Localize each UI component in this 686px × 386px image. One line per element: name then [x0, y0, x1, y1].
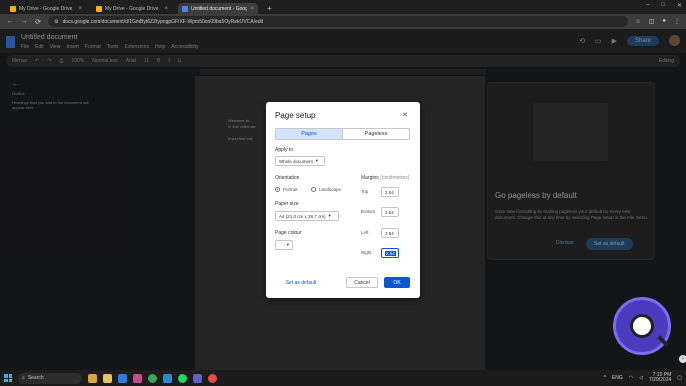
- paper-size-label: Paper size: [275, 201, 299, 207]
- file-explorer-icon[interactable]: [103, 373, 112, 383]
- extensions-icon[interactable]: ◫: [649, 18, 655, 25]
- margin-top-field[interactable]: 2.54: [381, 187, 399, 197]
- orientation-label: Orientation: [275, 175, 300, 181]
- ok-button[interactable]: OK: [384, 277, 410, 288]
- margin-bottom-value: 2.54: [385, 209, 394, 215]
- close-window-icon[interactable]: ✕: [677, 2, 682, 9]
- task-view-icon[interactable]: [88, 373, 97, 383]
- site-info-icon[interactable]: ⚙: [54, 19, 58, 25]
- radio-selected-icon: [275, 187, 280, 192]
- whatsapp-icon[interactable]: [178, 373, 187, 383]
- mail-icon[interactable]: [118, 373, 127, 383]
- page-colour-label: Page colour: [275, 230, 302, 236]
- tab-pages[interactable]: Pages: [276, 129, 342, 139]
- volume-icon[interactable]: ◁: [639, 375, 643, 381]
- magnifier-badge: [613, 297, 671, 355]
- browser-tab-active[interactable]: Untitled document - Google D ×: [178, 3, 258, 14]
- tray-chevron-icon[interactable]: ^: [604, 375, 606, 381]
- paper-size-select[interactable]: A4 (21.0 cm x 29.7 cm) ▾: [275, 211, 339, 221]
- side-panel-add-icon[interactable]: ›: [679, 355, 686, 363]
- margin-top-value: 2.54: [385, 189, 394, 195]
- edge-icon[interactable]: [163, 373, 172, 383]
- chrome-icon[interactable]: [148, 373, 157, 383]
- reload-icon[interactable]: ⟳: [34, 18, 42, 26]
- browser-tab[interactable]: My Drive - Google Drive ×: [92, 3, 172, 14]
- tab-title: My Drive - Google Drive: [19, 5, 73, 12]
- margin-left-field[interactable]: 2.54: [381, 228, 399, 238]
- browser-tools: ☆ ◫ ● ⋮: [635, 18, 680, 25]
- docs-icon: [182, 5, 188, 12]
- margins-unit: (centimetres): [380, 175, 410, 181]
- close-tab-icon[interactable]: ×: [164, 6, 168, 12]
- chevron-down-icon: ▾: [315, 158, 319, 163]
- set-as-default-button[interactable]: Set as default: [275, 277, 327, 288]
- url-text: docs.google.com/document/d/1GmByt6ZZtypn…: [62, 18, 264, 25]
- margins-title: Margins: [361, 175, 379, 181]
- window-controls: – □ ✕: [646, 2, 682, 9]
- taskbar-search[interactable]: ⌕ Search: [18, 372, 82, 384]
- browser-tab-strip: My Drive - Google Drive × My Drive - Goo…: [0, 0, 686, 14]
- chevron-down-icon: ▾: [328, 213, 331, 218]
- new-tab-button[interactable]: +: [264, 3, 275, 14]
- minimize-icon[interactable]: –: [646, 2, 649, 9]
- paper-size-value: A4 (21.0 cm x 29.7 cm): [279, 213, 326, 219]
- dialog-title: Page setup: [275, 111, 316, 120]
- radio-unselected-icon: [311, 187, 316, 192]
- address-bar-row: ← → ⟳ ⚙ docs.google.com/document/d/1GmBy…: [0, 14, 686, 29]
- margin-top-label: Top: [361, 189, 369, 194]
- close-tab-icon[interactable]: ×: [250, 6, 254, 12]
- recorder-icon[interactable]: [208, 373, 217, 383]
- drive-icon: [96, 5, 102, 12]
- magnifier-icon: [630, 314, 669, 347]
- search-icon: ⌕: [22, 375, 25, 381]
- tab-title: Untitled document - Google D: [191, 5, 248, 12]
- page-colour-picker[interactable]: ▾: [275, 240, 293, 250]
- maximize-icon[interactable]: □: [661, 2, 665, 9]
- apply-to-select[interactable]: Whole document ▾: [275, 156, 325, 166]
- drive-icon: [10, 5, 16, 12]
- tab-pageless[interactable]: Pageless: [342, 129, 409, 139]
- clock-date: 7/20/2024: [649, 377, 672, 383]
- language-indicator[interactable]: ENG: [612, 375, 623, 381]
- margin-bottom-field[interactable]: 2.54: [381, 207, 399, 217]
- margin-right-value: 2.54: [385, 250, 396, 256]
- windows-start-icon[interactable]: [4, 374, 12, 382]
- taskbar-search-label: Search: [27, 375, 44, 381]
- tab-title: My Drive - Google Drive: [105, 5, 159, 12]
- taskbar: ⌕ Search ^ ENG ◠ ◁ 7:10 PM 7/20/2024 ▢: [0, 370, 686, 386]
- back-icon[interactable]: ←: [6, 18, 14, 25]
- margin-right-label: Right: [361, 250, 372, 255]
- teams-icon[interactable]: [193, 373, 202, 383]
- margins-label: Margins (centimetres): [361, 175, 409, 181]
- store-icon[interactable]: [133, 373, 142, 383]
- margin-left-value: 2.54: [385, 230, 394, 236]
- apply-to-label: Apply to: [275, 147, 294, 153]
- clock[interactable]: 7:10 PM 7/20/2024: [649, 373, 671, 383]
- profile-icon[interactable]: ●: [662, 18, 666, 25]
- chevron-down-icon: ▾: [286, 242, 289, 247]
- margin-right-field[interactable]: 2.54: [381, 248, 399, 258]
- portrait-radio[interactable]: Portrait: [275, 187, 298, 192]
- forward-icon[interactable]: →: [20, 18, 28, 25]
- browser-tab[interactable]: My Drive - Google Drive ×: [6, 3, 86, 14]
- landscape-radio[interactable]: Landscape: [311, 187, 341, 192]
- notifications-icon[interactable]: ▢: [677, 375, 682, 381]
- url-field[interactable]: ⚙ docs.google.com/document/d/1GmByt6ZZty…: [48, 16, 628, 27]
- browser-menu-icon[interactable]: ⋮: [674, 18, 680, 25]
- close-tab-icon[interactable]: ×: [78, 6, 82, 12]
- bookmark-star-icon[interactable]: ☆: [635, 18, 640, 25]
- portrait-label: Portrait: [283, 187, 298, 192]
- margin-left-label: Left: [361, 230, 369, 235]
- wifi-icon[interactable]: ◠: [629, 375, 633, 381]
- cancel-button[interactable]: Cancel: [346, 277, 378, 288]
- system-tray: ^ ENG ◠ ◁ 7:10 PM 7/20/2024 ▢: [604, 373, 682, 383]
- apply-to-value: Whole document: [279, 158, 313, 164]
- page-mode-tabs: Pages Pageless: [275, 128, 410, 140]
- margin-bottom-label: Bottom: [361, 209, 376, 214]
- page-setup-dialog: Page setup ✕ Pages Pageless Apply to Who…: [266, 102, 420, 298]
- close-icon[interactable]: ✕: [402, 111, 408, 119]
